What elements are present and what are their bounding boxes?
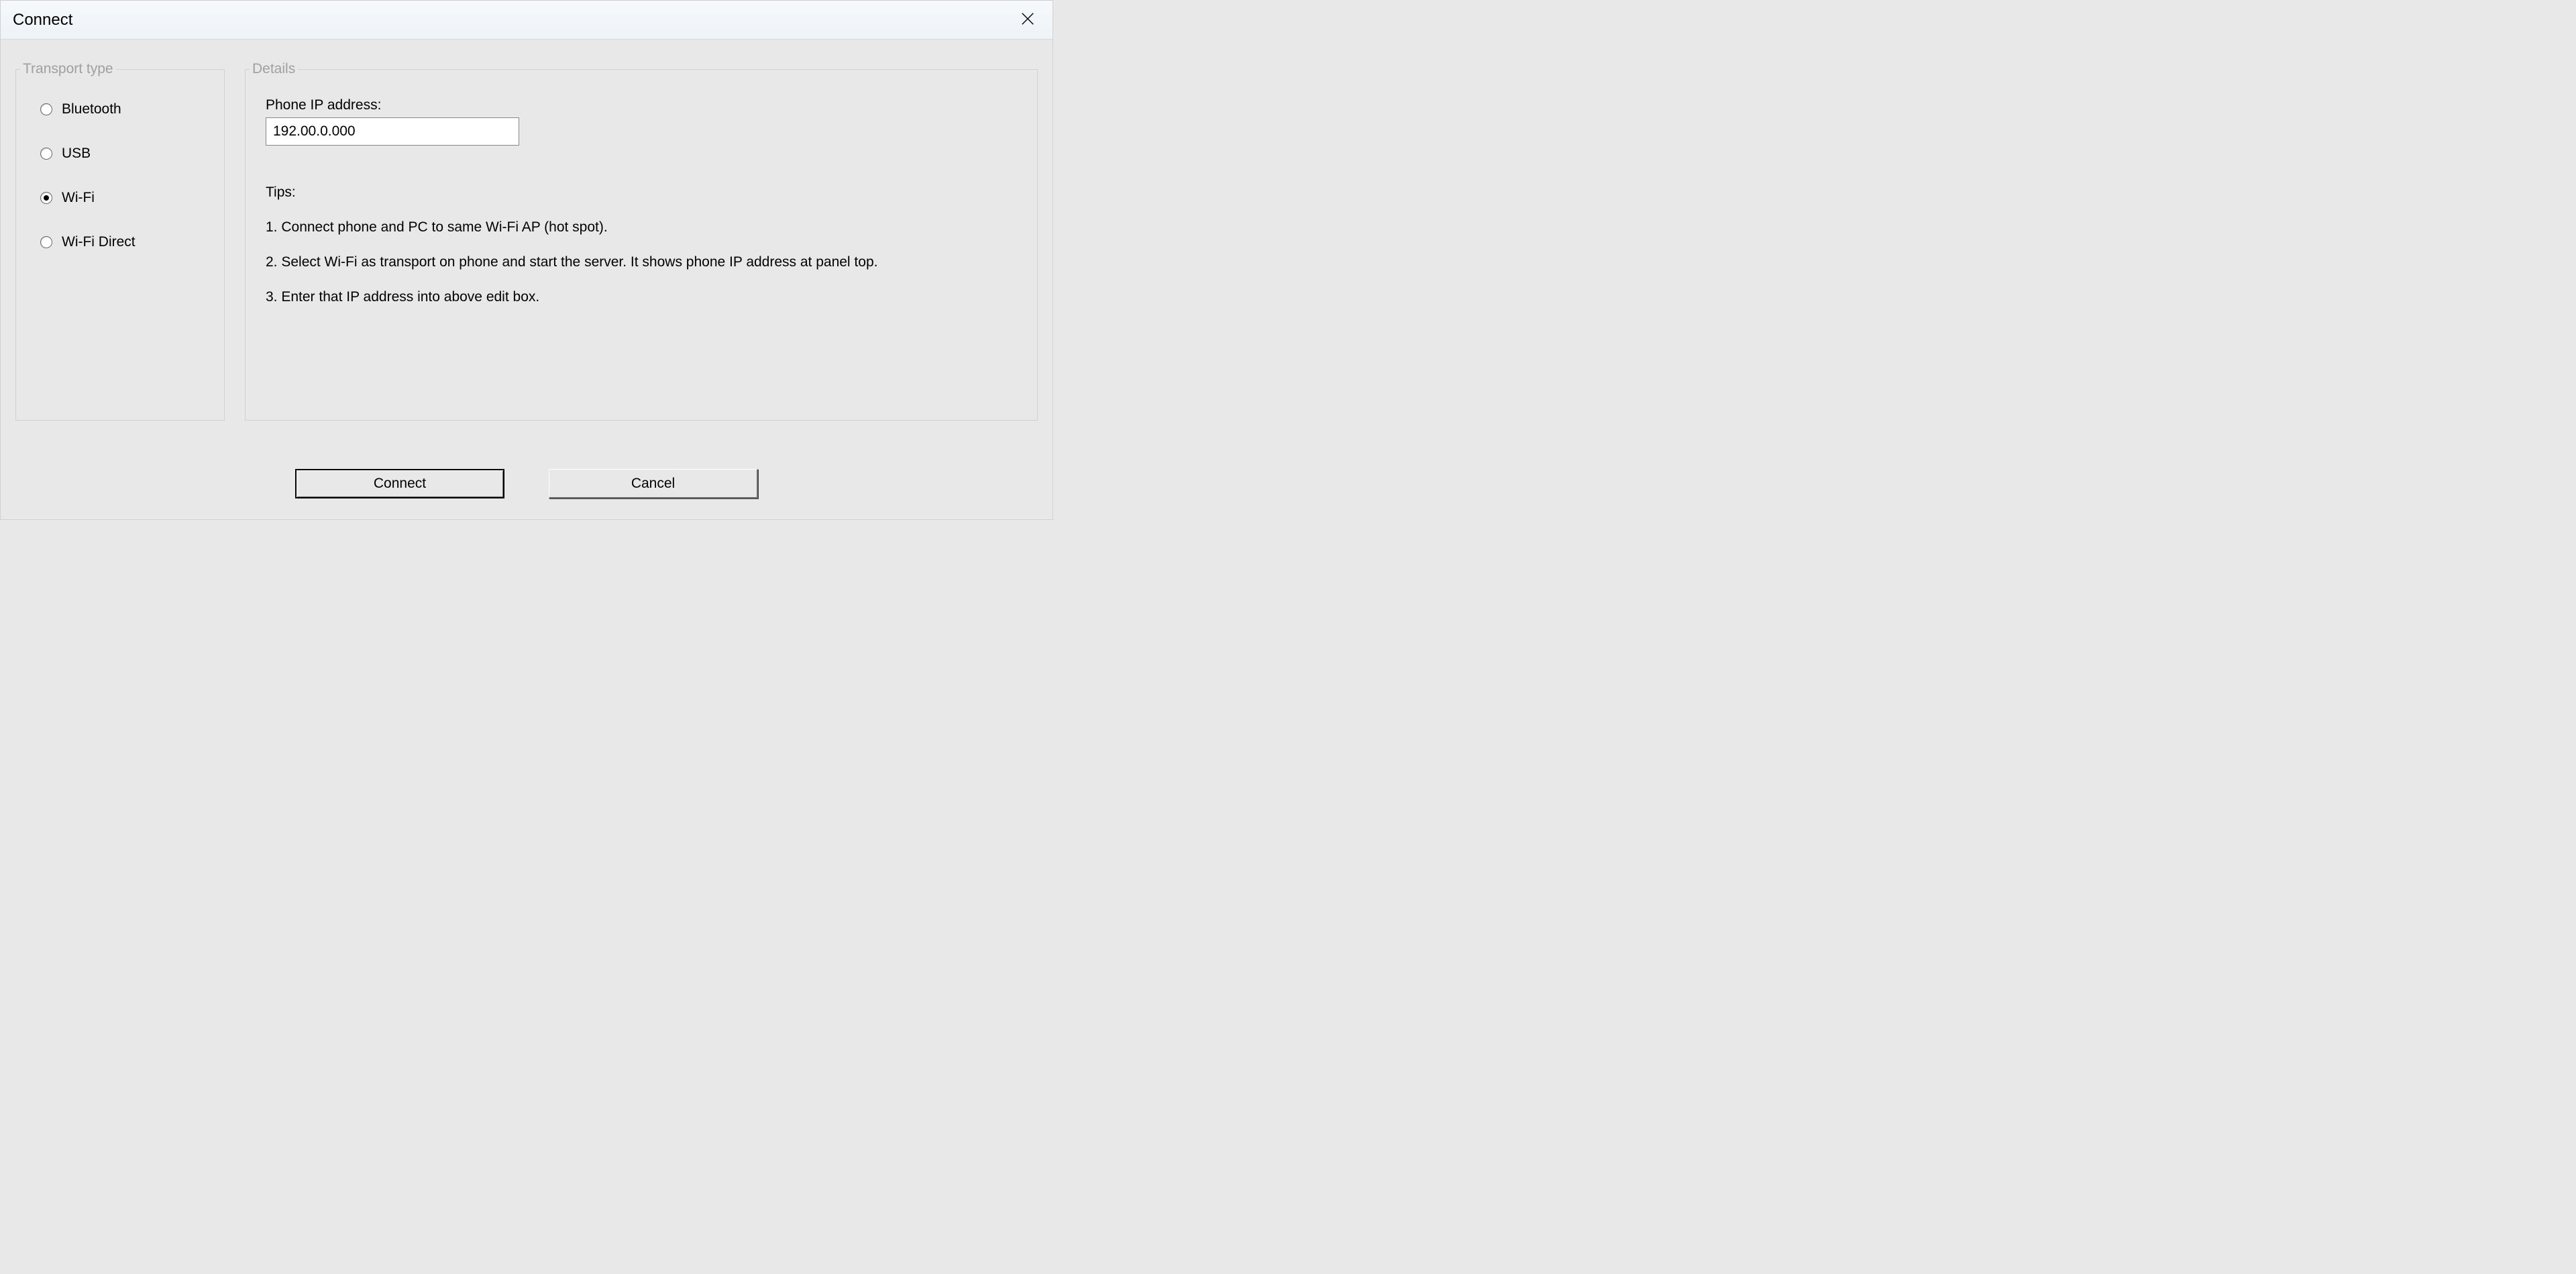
radio-wifi[interactable]: Wi-Fi xyxy=(40,190,224,206)
radio-label-usb: USB xyxy=(62,146,91,162)
details-content: Phone IP address: Tips: 1. Connect phone… xyxy=(246,77,1037,305)
tip-2: 2. Select Wi-Fi as transport on phone an… xyxy=(266,254,1017,270)
connect-button[interactable]: Connect xyxy=(295,469,504,498)
ip-address-label: Phone IP address: xyxy=(266,97,1017,113)
radio-wifi-direct[interactable]: Wi-Fi Direct xyxy=(40,234,224,250)
transport-type-group: Transport type Bluetooth USB Wi-Fi Wi-Fi… xyxy=(15,61,225,421)
tip-3: 3. Enter that IP address into above edit… xyxy=(266,289,1017,305)
tips-header: Tips: xyxy=(266,184,1017,201)
radio-label-wifi: Wi-Fi xyxy=(62,190,95,206)
radio-icon xyxy=(40,148,52,160)
titlebar: Connect xyxy=(1,1,1053,40)
radio-usb[interactable]: USB xyxy=(40,146,224,162)
dialog-title: Connect xyxy=(13,11,72,30)
close-button[interactable] xyxy=(1015,9,1040,32)
tips-list: 1. Connect phone and PC to same Wi-Fi AP… xyxy=(266,219,1017,305)
close-icon xyxy=(1020,11,1035,26)
radio-bluetooth[interactable]: Bluetooth xyxy=(40,101,224,117)
radio-icon xyxy=(40,236,52,248)
ip-address-input[interactable] xyxy=(266,117,519,146)
tip-1: 1. Connect phone and PC to same Wi-Fi AP… xyxy=(266,219,1017,235)
transport-legend: Transport type xyxy=(20,61,116,77)
connect-dialog: Connect Transport type Bluetooth USB xyxy=(0,0,1053,520)
dialog-button-row: Connect Cancel xyxy=(1,469,1053,498)
radio-icon xyxy=(40,103,52,115)
radio-label-wifi-direct: Wi-Fi Direct xyxy=(62,234,136,250)
transport-radio-list: Bluetooth USB Wi-Fi Wi-Fi Direct xyxy=(16,77,224,250)
radio-icon xyxy=(40,192,52,204)
radio-label-bluetooth: Bluetooth xyxy=(62,101,121,117)
details-group: Details Phone IP address: Tips: 1. Conne… xyxy=(245,61,1038,421)
dialog-body: Transport type Bluetooth USB Wi-Fi Wi-Fi… xyxy=(1,40,1053,421)
cancel-button[interactable]: Cancel xyxy=(549,469,758,498)
details-legend: Details xyxy=(250,61,298,77)
